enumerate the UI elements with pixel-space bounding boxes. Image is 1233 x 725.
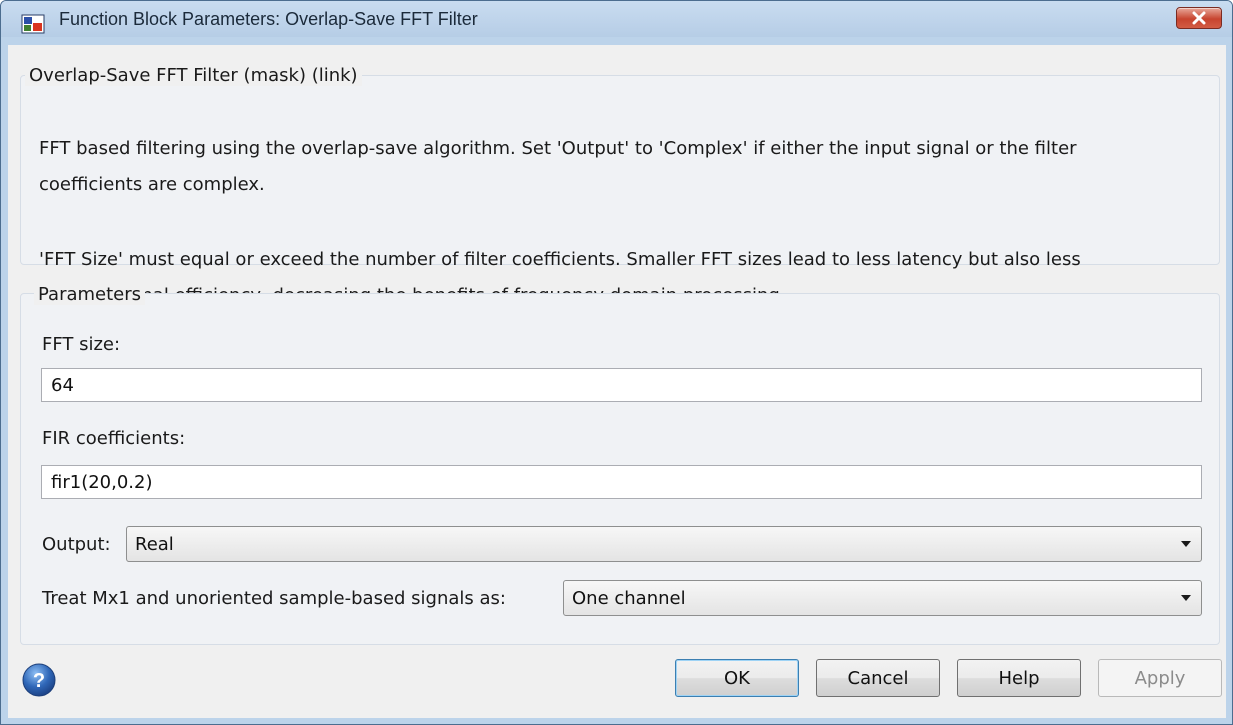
help-button[interactable]: Help: [957, 659, 1081, 697]
fft-size-input[interactable]: [41, 368, 1202, 402]
dialog-window: Function Block Parameters: Overlap-Save …: [0, 0, 1233, 725]
parameters-group-label: Parameters: [34, 284, 146, 305]
fft-size-label: FFT size:: [42, 334, 121, 355]
title-bar[interactable]: Function Block Parameters: Overlap-Save …: [1, 1, 1232, 37]
description-line: 'FFT Size' must equal or exceed the numb…: [39, 249, 1081, 270]
help-circle-icon[interactable]: ?: [21, 662, 57, 698]
apply-button[interactable]: Apply: [1098, 659, 1222, 697]
chevron-down-icon: [1181, 541, 1191, 547]
ok-button[interactable]: OK: [675, 659, 799, 697]
simulink-block-icon: [21, 14, 45, 34]
output-dropdown[interactable]: Real: [126, 526, 1202, 562]
description-line: FFT based filtering using the overlap-sa…: [39, 138, 1077, 159]
description-line: coefficients are complex.: [39, 174, 265, 195]
treat-mx1-dropdown[interactable]: One channel: [563, 580, 1202, 616]
window-title: Function Block Parameters: Overlap-Save …: [59, 9, 478, 29]
treat-mx1-label: Treat Mx1 and unoriented sample-based si…: [42, 588, 506, 609]
dialog-client-area: Overlap-Save FFT Filter (mask) (link) FF…: [8, 45, 1226, 718]
treat-mx1-dropdown-value: One channel: [572, 588, 686, 609]
output-dropdown-value: Real: [135, 534, 174, 555]
description-group-label: Overlap-Save FFT Filter (mask) (link): [25, 65, 362, 86]
close-button[interactable]: [1176, 7, 1222, 29]
chevron-down-icon: [1181, 595, 1191, 601]
svg-text:?: ?: [33, 670, 45, 692]
cancel-button[interactable]: Cancel: [816, 659, 940, 697]
fir-coefficients-label: FIR coefficients:: [42, 428, 186, 449]
fir-coefficients-input[interactable]: [41, 465, 1202, 499]
output-label: Output:: [42, 534, 111, 555]
close-icon: [1192, 11, 1206, 25]
